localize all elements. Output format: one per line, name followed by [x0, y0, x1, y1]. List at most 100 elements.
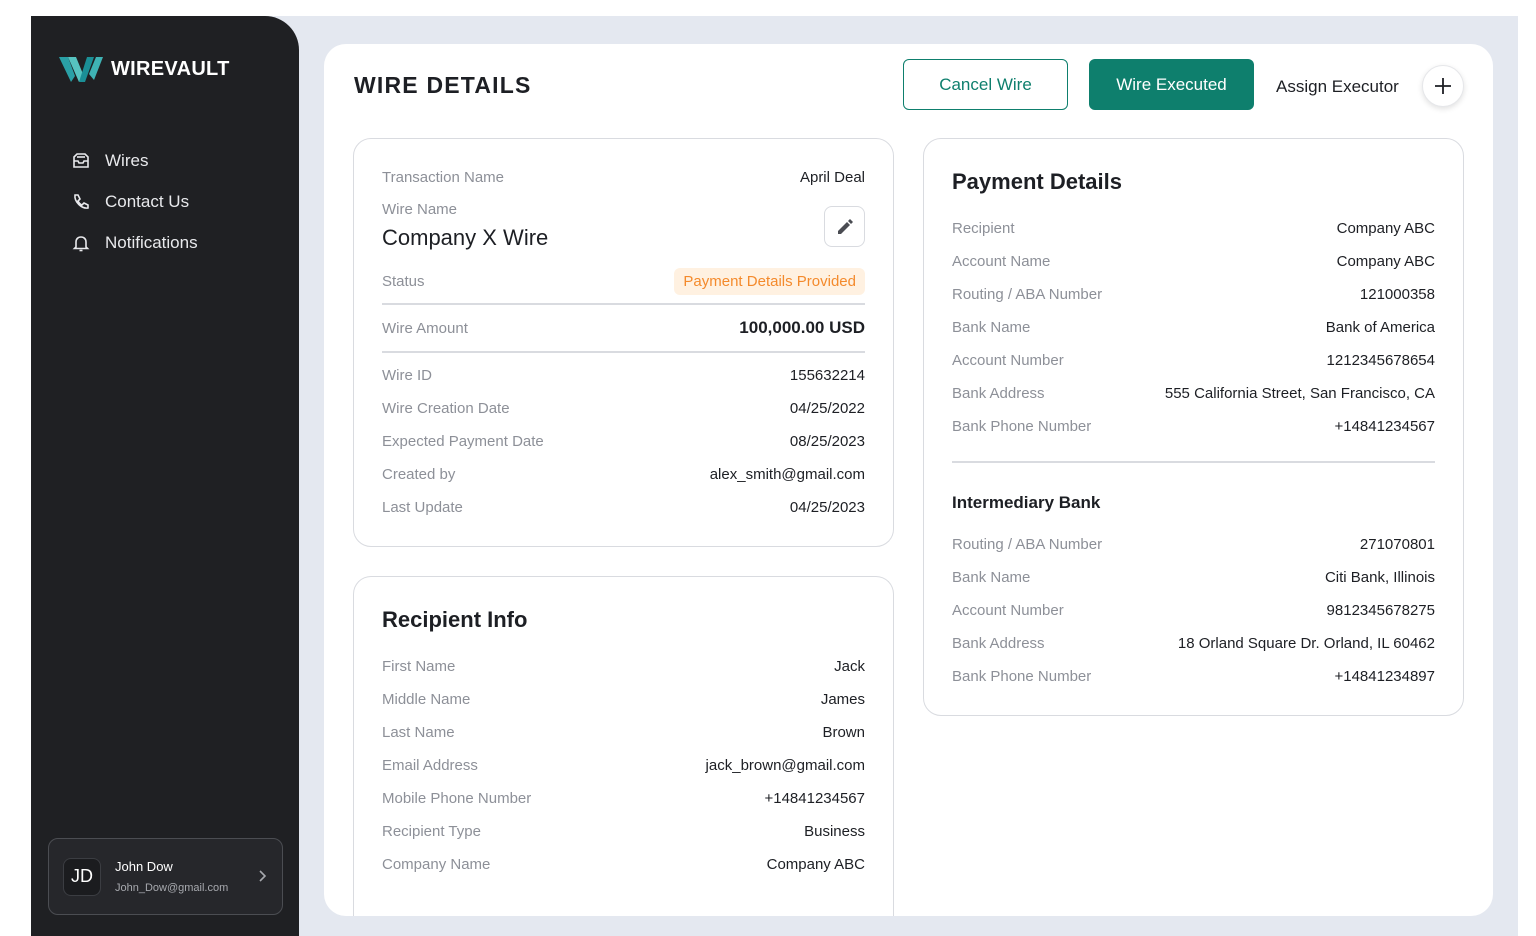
- field-value: Brown: [822, 723, 865, 741]
- sidebar: WIREVAULT Wires Contact Us Notifications…: [31, 16, 299, 936]
- list-item: Wire ID 155632214: [382, 364, 865, 386]
- field-label: Wire Creation Date: [382, 399, 510, 417]
- list-item: Account Number 9812345678275: [952, 599, 1435, 621]
- status-badge: Payment Details Provided: [674, 267, 865, 295]
- field-label: Bank Address: [952, 384, 1045, 402]
- sidebar-item-wires[interactable]: Wires: [71, 140, 198, 181]
- field-label: Bank Phone Number: [952, 667, 1092, 685]
- card-title: Recipient Info: [382, 607, 528, 632]
- field-value: Company ABC: [766, 855, 865, 873]
- field-label: Account Number: [952, 351, 1064, 369]
- list-item: Last Update 04/25/2023: [382, 496, 865, 518]
- pencil-icon: [837, 218, 853, 234]
- card-title: Payment Details: [952, 169, 1122, 194]
- field-value: 9812345678275: [1326, 601, 1435, 619]
- field-value: 555 California Street, San Francisco, CA: [1164, 384, 1435, 402]
- field-value: 121000358: [1359, 285, 1435, 303]
- field-value: 04/25/2022: [789, 399, 865, 417]
- field-value: +14841234897: [1334, 667, 1435, 685]
- list-item: Expected Payment Date 08/25/2023: [382, 430, 865, 452]
- field-value: Bank of America: [1325, 318, 1435, 336]
- field-label: Account Name: [952, 252, 1051, 270]
- field-label: Status: [382, 272, 425, 290]
- field-value: jack_brown@gmail.com: [705, 756, 865, 774]
- field-label: Bank Name: [952, 318, 1031, 336]
- user-name: John Dow: [115, 859, 173, 874]
- field-label: Wire ID: [382, 366, 432, 384]
- status-row: Status Payment Details Provided: [382, 265, 865, 297]
- field-value: Citi Bank, Illinois: [1324, 568, 1435, 586]
- field-value: 18 Orland Square Dr. Orland, IL 60462: [1177, 634, 1435, 652]
- field-label: Bank Address: [952, 634, 1045, 652]
- field-label: Recipient Type: [382, 822, 481, 840]
- recipient-info-card: Recipient Info First Name Jack Middle Na…: [353, 576, 894, 916]
- inbox-icon: [73, 152, 89, 168]
- wire-amount-row: Wire Amount 100,000.00 USD: [382, 317, 865, 339]
- field-label: Routing / ABA Number: [952, 535, 1103, 553]
- list-item: Wire Creation Date 04/25/2022: [382, 397, 865, 419]
- field-label: Company Name: [382, 855, 491, 873]
- chevron-right-icon: [259, 870, 267, 882]
- field-label: Recipient: [952, 219, 1015, 237]
- divider: [952, 461, 1435, 463]
- list-item: Bank Address 18 Orland Square Dr. Orland…: [952, 632, 1435, 654]
- main-panel: WIRE DETAILS Cancel Wire Wire Executed A…: [324, 44, 1493, 916]
- field-label: First Name: [382, 657, 456, 675]
- field-value: alex_smith@gmail.com: [709, 465, 865, 483]
- list-item: Recipient Company ABC: [952, 217, 1435, 239]
- assign-executor-button[interactable]: [1422, 65, 1464, 107]
- field-value: Company ABC: [1336, 252, 1435, 270]
- field-value: 04/25/2023: [789, 498, 865, 516]
- field-value: April Deal: [799, 168, 865, 186]
- payment-details-card: Payment Details Recipient Company ABC Ac…: [923, 138, 1464, 716]
- field-label: Mobile Phone Number: [382, 789, 532, 807]
- list-item: Email Address jack_brown@gmail.com: [382, 754, 865, 776]
- list-item: Middle Name James: [382, 688, 865, 710]
- sidebar-item-label: Wires: [105, 150, 149, 170]
- field-label: Email Address: [382, 756, 478, 774]
- user-profile-card[interactable]: JD John Dow John_Dow@gmail.com: [48, 838, 283, 915]
- sidebar-item-notifications[interactable]: Notifications: [71, 222, 198, 263]
- field-label: Transaction Name: [382, 168, 504, 186]
- field-value: Jack: [834, 657, 865, 675]
- field-label: Bank Phone Number: [952, 417, 1092, 435]
- list-item: Account Number 1212345678654: [952, 349, 1435, 371]
- list-item: Bank Phone Number +14841234567: [952, 415, 1435, 437]
- field-value: James: [820, 690, 865, 708]
- wire-executed-button[interactable]: Wire Executed: [1089, 59, 1254, 110]
- list-item: First Name Jack: [382, 655, 865, 677]
- brand-logo[interactable]: WIREVAULT: [59, 54, 230, 84]
- cancel-wire-button[interactable]: Cancel Wire: [903, 59, 1068, 110]
- list-item: Recipient Type Business: [382, 820, 865, 842]
- field-value: Business: [804, 822, 865, 840]
- field-label: Routing / ABA Number: [952, 285, 1103, 303]
- list-item: Created by alex_smith@gmail.com: [382, 463, 865, 485]
- field-label: Account Number: [952, 601, 1064, 619]
- list-item: Mobile Phone Number +14841234567: [382, 787, 865, 809]
- field-value: +14841234567: [764, 789, 865, 807]
- field-label: Bank Name: [952, 568, 1031, 586]
- wire-name: Company X Wire: [382, 225, 549, 250]
- list-item: Company Name Company ABC: [382, 853, 865, 875]
- sidebar-item-contact-us[interactable]: Contact Us: [71, 181, 198, 222]
- wire-name-label: Wire Name: [382, 201, 458, 218]
- field-label: Middle Name: [382, 690, 471, 708]
- list-item: Account Name Company ABC: [952, 250, 1435, 272]
- page-title: WIRE DETAILS: [354, 72, 532, 98]
- avatar: JD: [63, 857, 101, 896]
- field-value: 08/25/2023: [789, 432, 865, 450]
- wire-amount-value: 100,000.00 USD: [739, 318, 865, 337]
- sidebar-item-label: Notifications: [105, 232, 198, 252]
- user-email: John_Dow@gmail.com: [115, 882, 229, 894]
- list-item: Bank Phone Number +14841234897: [952, 665, 1435, 687]
- field-label: Last Name: [382, 723, 455, 741]
- assign-executor-label[interactable]: Assign Executor: [1276, 77, 1399, 97]
- brand-name: WIREVAULT: [111, 57, 230, 80]
- field-value: 271070801: [1359, 535, 1435, 553]
- plus-icon: [1435, 78, 1451, 94]
- wirevault-logo-icon: [59, 57, 103, 82]
- wire-summary-card: Transaction Name April Deal Wire Name Co…: [353, 138, 894, 547]
- edit-wire-name-button[interactable]: [824, 206, 865, 247]
- field-value: 1212345678654: [1326, 351, 1435, 369]
- field-value: 155632214: [789, 366, 865, 384]
